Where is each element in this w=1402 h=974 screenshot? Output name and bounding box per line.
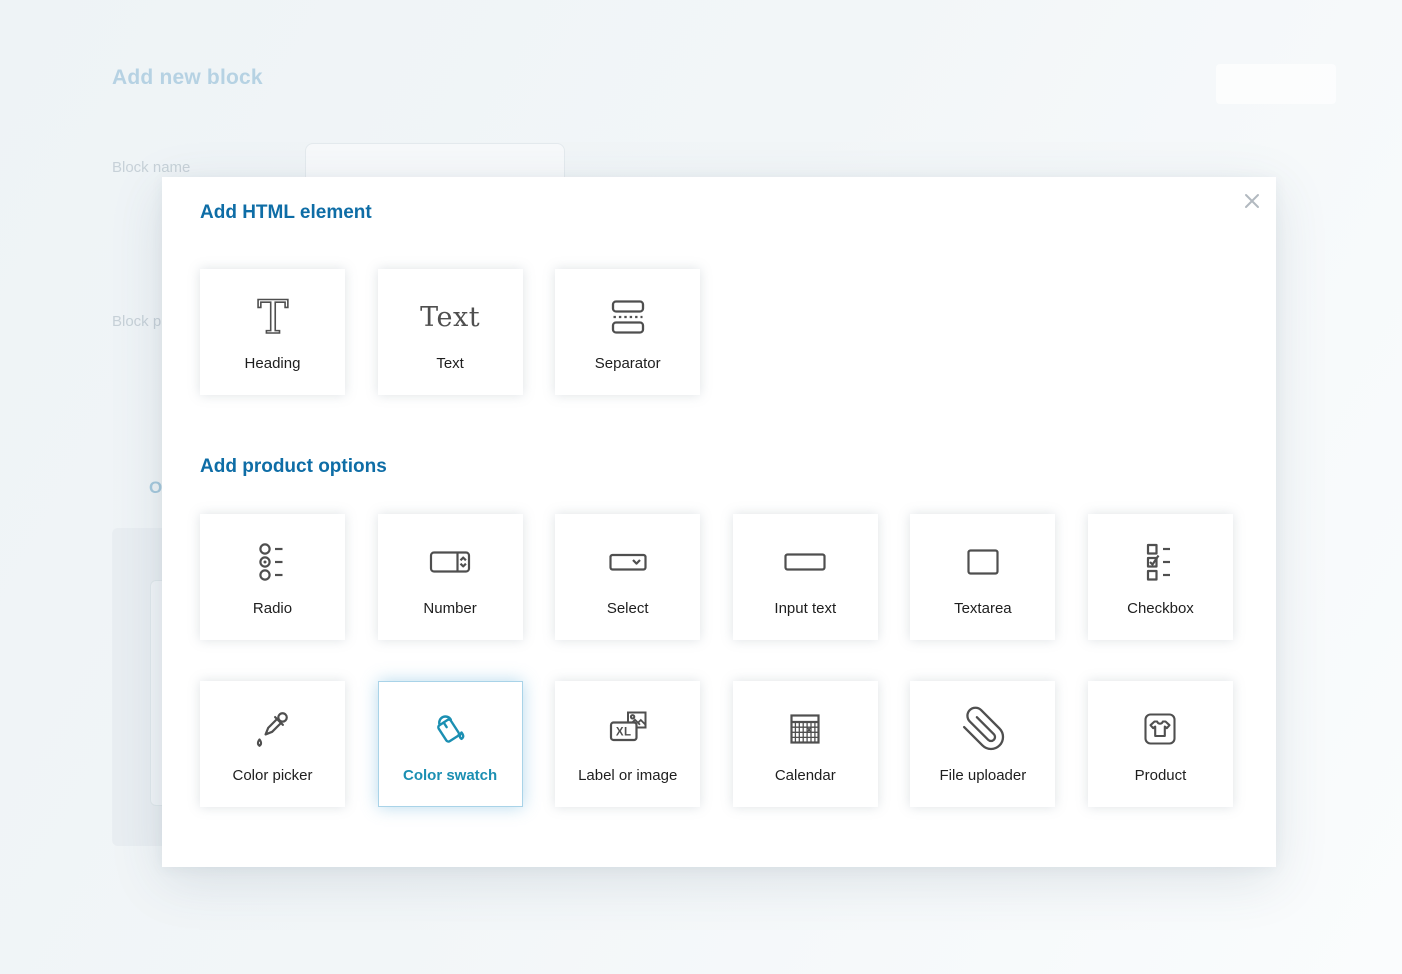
tile-color-swatch[interactable]: Color swatch bbox=[378, 681, 523, 807]
tile-input-text[interactable]: Input text bbox=[733, 514, 878, 640]
tile-label: Label or image bbox=[578, 767, 677, 784]
background-faded-panel bbox=[1216, 64, 1336, 104]
tile-number[interactable]: Number bbox=[378, 514, 523, 640]
product-icon bbox=[1136, 703, 1184, 755]
color-swatch-icon bbox=[426, 703, 474, 755]
tile-label: Select bbox=[607, 600, 649, 617]
tile-file-uploader[interactable]: File uploader bbox=[910, 681, 1055, 807]
calendar-icon bbox=[781, 703, 829, 755]
svg-text:XL: XL bbox=[616, 727, 632, 739]
close-button[interactable] bbox=[1240, 189, 1264, 213]
tile-label: Product bbox=[1135, 767, 1187, 784]
heading-icon: T bbox=[249, 291, 297, 343]
background-options-heading-partial: O bbox=[149, 478, 162, 498]
color-picker-icon bbox=[249, 703, 297, 755]
file-uploader-icon bbox=[959, 703, 1007, 755]
section-html-elements: Add HTML element T Heading Text Text Separa… bbox=[200, 177, 1238, 395]
section-product-options: Add product options Radio Number Select … bbox=[200, 395, 1238, 807]
text-icon: Text bbox=[420, 291, 480, 343]
tile-calendar[interactable]: Calendar bbox=[733, 681, 878, 807]
input-text-icon bbox=[781, 536, 829, 588]
background-page-title: Add new block bbox=[112, 66, 263, 90]
tile-label: Checkbox bbox=[1127, 600, 1194, 617]
tile-label: Number bbox=[423, 600, 476, 617]
tile-label: Heading bbox=[245, 355, 301, 372]
tile-separator[interactable]: Separator bbox=[555, 269, 700, 395]
section-title-html-element: Add HTML element bbox=[200, 177, 1238, 224]
tile-label: Separator bbox=[595, 355, 661, 372]
label-or-image-icon: XL bbox=[604, 703, 652, 755]
tile-select[interactable]: Select bbox=[555, 514, 700, 640]
section-title-product-options: Add product options bbox=[200, 395, 1238, 478]
checkbox-icon bbox=[1136, 536, 1184, 588]
tile-label: Calendar bbox=[775, 767, 836, 784]
tile-label: File uploader bbox=[940, 767, 1027, 784]
tile-checkbox[interactable]: Checkbox bbox=[1088, 514, 1233, 640]
textarea-icon bbox=[959, 536, 1007, 588]
tile-label: Color swatch bbox=[403, 767, 497, 784]
select-icon bbox=[604, 536, 652, 588]
html-elements-grid: T Heading Text Text Separator bbox=[200, 269, 1238, 395]
tile-textarea[interactable]: Textarea bbox=[910, 514, 1055, 640]
tile-label: Color picker bbox=[232, 767, 312, 784]
background-block-name-label: Block name bbox=[112, 159, 190, 176]
add-element-modal: Add HTML element T Heading Text Text Separa… bbox=[162, 177, 1276, 867]
background-block-position-label: Block p bbox=[112, 313, 161, 330]
tile-label: Text bbox=[436, 355, 464, 372]
close-icon bbox=[1242, 191, 1262, 211]
product-options-grid: Radio Number Select Input text Textarea … bbox=[200, 514, 1238, 807]
tile-heading[interactable]: T Heading bbox=[200, 269, 345, 395]
number-icon bbox=[426, 536, 474, 588]
separator-icon bbox=[604, 291, 652, 343]
tile-label-or-image[interactable]: XL Label or image bbox=[555, 681, 700, 807]
tile-radio[interactable]: Radio bbox=[200, 514, 345, 640]
radio-icon bbox=[249, 536, 297, 588]
tile-color-picker[interactable]: Color picker bbox=[200, 681, 345, 807]
svg-text:T: T bbox=[257, 293, 288, 341]
tile-product[interactable]: Product bbox=[1088, 681, 1233, 807]
tile-label: Textarea bbox=[954, 600, 1012, 617]
tile-text[interactable]: Text Text bbox=[378, 269, 523, 395]
tile-label: Input text bbox=[774, 600, 836, 617]
tile-label: Radio bbox=[253, 600, 292, 617]
